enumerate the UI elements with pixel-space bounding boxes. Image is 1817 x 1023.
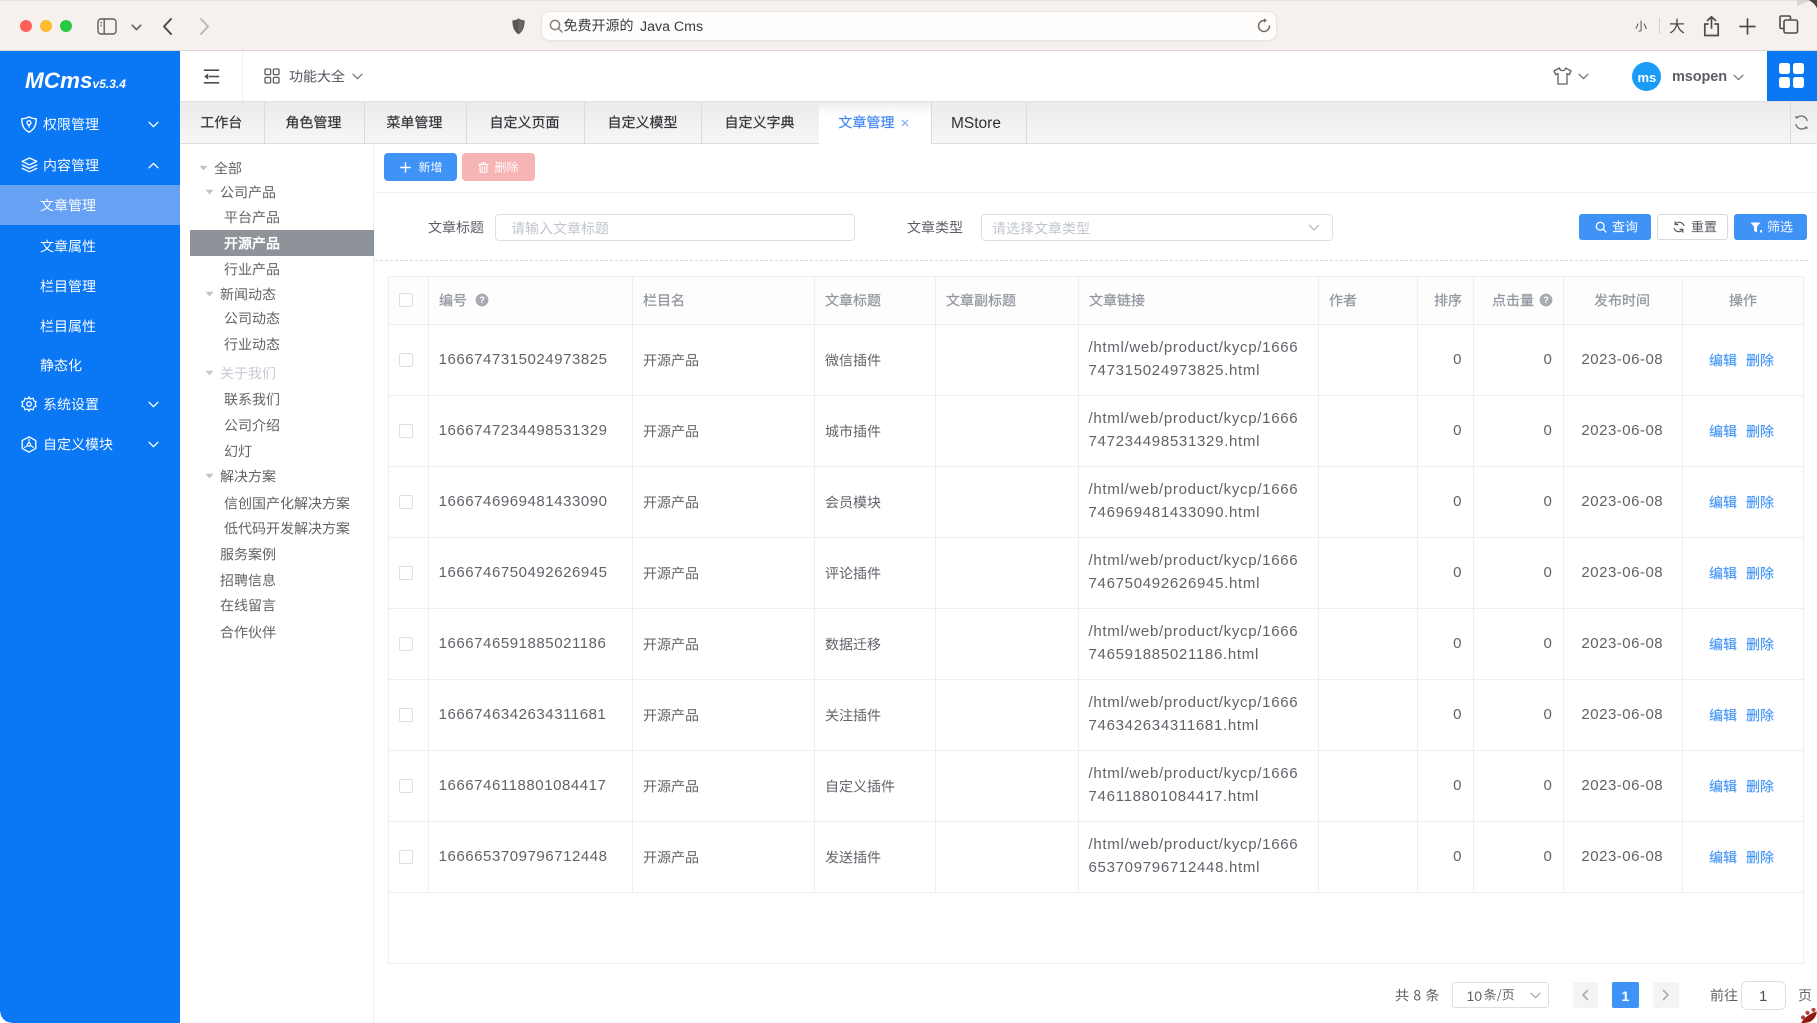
svg-text:?: ? bbox=[479, 295, 485, 306]
svg-text:?: ? bbox=[1543, 295, 1549, 306]
